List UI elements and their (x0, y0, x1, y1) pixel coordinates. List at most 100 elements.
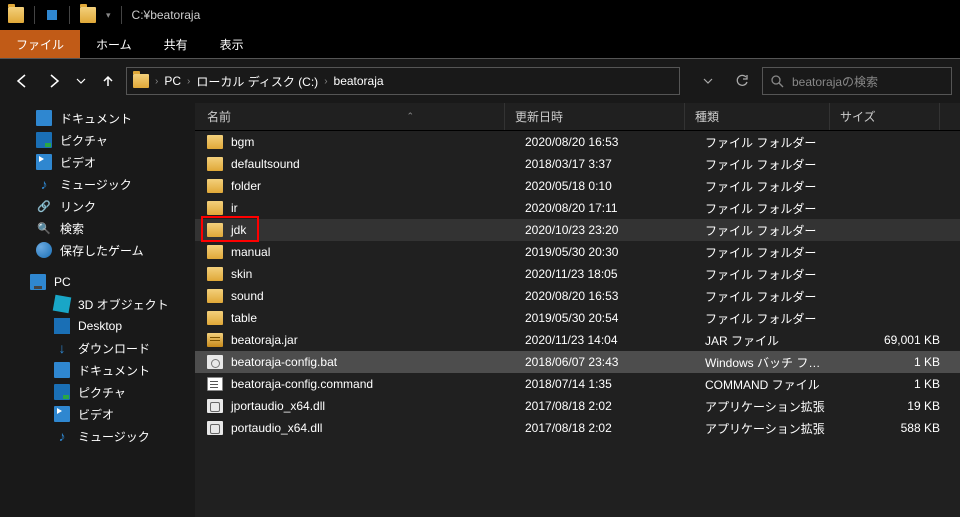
file-date: 2018/07/14 1:35 (515, 377, 695, 391)
tab-view[interactable]: 表示 (204, 30, 260, 58)
sidebar-item-label: ピクチャ (60, 132, 108, 149)
file-date: 2017/08/18 2:02 (515, 399, 695, 413)
main-area: ドキュメントピクチャビデオ♪ミュージック🔗リンク🔍検索保存したゲームPC3D オ… (0, 103, 960, 517)
file-type: アプリケーション拡張 (695, 420, 840, 437)
forward-button[interactable] (40, 67, 68, 95)
sidebar-item[interactable]: ピクチャ (0, 381, 195, 403)
file-type: ファイル フォルダー (695, 200, 840, 217)
app-folder-icon (8, 7, 24, 23)
table-row[interactable]: beatoraja-config.bat2018/06/07 23:43Wind… (195, 351, 960, 373)
table-row[interactable]: sound2020/08/20 16:53ファイル フォルダー (195, 285, 960, 307)
divider (69, 6, 70, 24)
folder-icon (133, 74, 149, 88)
tab-home[interactable]: ホーム (80, 30, 148, 58)
sidebar-item[interactable]: ドキュメント (0, 107, 195, 129)
sidebar-item[interactable]: ビデオ (0, 403, 195, 425)
sidebar: ドキュメントピクチャビデオ♪ミュージック🔗リンク🔍検索保存したゲームPC3D オ… (0, 103, 195, 517)
address-dropdown-icon[interactable] (692, 67, 724, 95)
sidebar-item[interactable]: ♪ミュージック (0, 173, 195, 195)
sidebar-item-label: ピクチャ (78, 384, 126, 401)
divider (34, 6, 35, 24)
file-size: 1 KB (840, 377, 950, 391)
column-type[interactable]: 種類 (685, 103, 830, 130)
column-name[interactable]: 名前 ⌃ (195, 103, 505, 130)
file-name: portaudio_x64.dll (231, 421, 322, 435)
file-name: defaultsound (231, 157, 300, 171)
file-date: 2017/08/18 2:02 (515, 421, 695, 435)
breadcrumb-chevron[interactable]: › (155, 76, 158, 87)
tab-share[interactable]: 共有 (148, 30, 204, 58)
sidebar-item-label: ミュージック (60, 176, 132, 193)
address-bar[interactable]: › PC› ローカル ディスク (C:)› beatoraja (126, 67, 680, 95)
file-name: jdk (231, 223, 246, 237)
file-date: 2020/11/23 18:05 (515, 267, 695, 281)
table-row[interactable]: bgm2020/08/20 16:53ファイル フォルダー (195, 131, 960, 153)
sidebar-item[interactable]: 保存したゲーム (0, 239, 195, 261)
refresh-button[interactable] (726, 67, 758, 95)
folder-icon (207, 179, 223, 193)
file-type: ファイル フォルダー (695, 134, 840, 151)
sidebar-item[interactable]: 🔗リンク (0, 195, 195, 217)
breadcrumb-folder[interactable]: beatoraja (334, 74, 384, 88)
sidebar-item-label: 3D オブジェクト (78, 296, 169, 313)
column-size[interactable]: サイズ (830, 103, 940, 130)
ribbon-tabs: ファイル ホーム 共有 表示 (0, 30, 960, 58)
sidebar-item[interactable]: ♪ ミュージック (0, 425, 195, 447)
sidebar-item[interactable]: Desktop (0, 315, 195, 337)
sidebar-item-label: ビデオ (78, 406, 114, 423)
sidebar-item-label: Desktop (78, 319, 122, 333)
table-row[interactable]: beatoraja.jar2020/11/23 14:04JAR ファイル69,… (195, 329, 960, 351)
file-type: ファイル フォルダー (695, 310, 840, 327)
file-name: sound (231, 289, 264, 303)
title-bar: ▾ C:¥beatoraja (0, 0, 960, 30)
sidebar-item[interactable]: ドキュメント (0, 359, 195, 381)
sidebar-item-pc[interactable]: PC (0, 271, 195, 293)
sidebar-item[interactable]: ビデオ (0, 151, 195, 173)
column-date[interactable]: 更新日時 (505, 103, 685, 130)
folder-icon (207, 289, 223, 303)
sidebar-item[interactable]: 🔍検索 (0, 217, 195, 239)
sidebar-item-label: ドキュメント (60, 110, 132, 127)
bat-icon (207, 355, 223, 369)
tab-file[interactable]: ファイル (0, 30, 80, 58)
up-button[interactable] (94, 67, 122, 95)
sidebar-item-label: ミュージック (78, 428, 150, 445)
sidebar-item-label: ビデオ (60, 154, 96, 171)
desktop-icon (54, 318, 70, 334)
3d-objects-icon (53, 295, 72, 314)
table-row[interactable]: defaultsound2018/03/17 3:37ファイル フォルダー (195, 153, 960, 175)
table-row[interactable]: portaudio_x64.dll 2017/08/18 2:02アプリケーション… (195, 417, 960, 439)
video-icon (36, 154, 52, 170)
file-rows: bgm2020/08/20 16:53ファイル フォルダーdefaultsoun… (195, 131, 960, 439)
file-date: 2019/05/30 20:54 (515, 311, 695, 325)
table-row[interactable]: manual2019/05/30 20:30ファイル フォルダー (195, 241, 960, 263)
file-date: 2020/10/23 23:20 (515, 223, 695, 237)
file-pane: 名前 ⌃ 更新日時 種類 サイズ bgm2020/08/20 16:53ファイル… (195, 103, 960, 517)
table-row[interactable]: jdk2020/10/23 23:20ファイル フォルダー (195, 219, 960, 241)
file-date: 2020/11/23 14:04 (515, 333, 695, 347)
file-type: ファイル フォルダー (695, 178, 840, 195)
search-input[interactable]: beatorajaの検索 (762, 67, 952, 95)
sidebar-item[interactable]: ピクチャ (0, 129, 195, 151)
sidebar-item-label: PC (54, 275, 71, 289)
table-row[interactable]: skin2020/11/23 18:05ファイル フォルダー (195, 263, 960, 285)
sidebar-item[interactable]: 3D オブジェクト (0, 293, 195, 315)
back-button[interactable] (8, 67, 36, 95)
breadcrumb-drive[interactable]: ローカル ディスク (C:)› (196, 73, 327, 90)
file-name: folder (231, 179, 261, 193)
table-row[interactable]: ir2020/08/20 17:11ファイル フォルダー (195, 197, 960, 219)
sidebar-item[interactable]: ↓ダウンロード (0, 337, 195, 359)
music-icon: ♪ (54, 428, 70, 444)
breadcrumb-pc[interactable]: PC› (164, 74, 190, 88)
history-dropdown[interactable] (72, 67, 90, 95)
game-icon (36, 242, 52, 258)
window-title: C:¥beatoraja (132, 8, 201, 22)
folder-icon (207, 267, 223, 281)
table-row[interactable]: beatoraja-config.command2018/07/14 1:35C… (195, 373, 960, 395)
table-row[interactable]: jportaudio_x64.dll2017/08/18 2:02アプリケーショ… (195, 395, 960, 417)
table-row[interactable]: table2019/05/30 20:54ファイル フォルダー (195, 307, 960, 329)
sort-caret-icon: ⌃ (406, 111, 494, 122)
file-name: jportaudio_x64.dll (231, 399, 325, 413)
table-row[interactable]: folder2020/05/18 0:10ファイル フォルダー (195, 175, 960, 197)
dropdown-caret-icon[interactable]: ▾ (106, 10, 111, 21)
